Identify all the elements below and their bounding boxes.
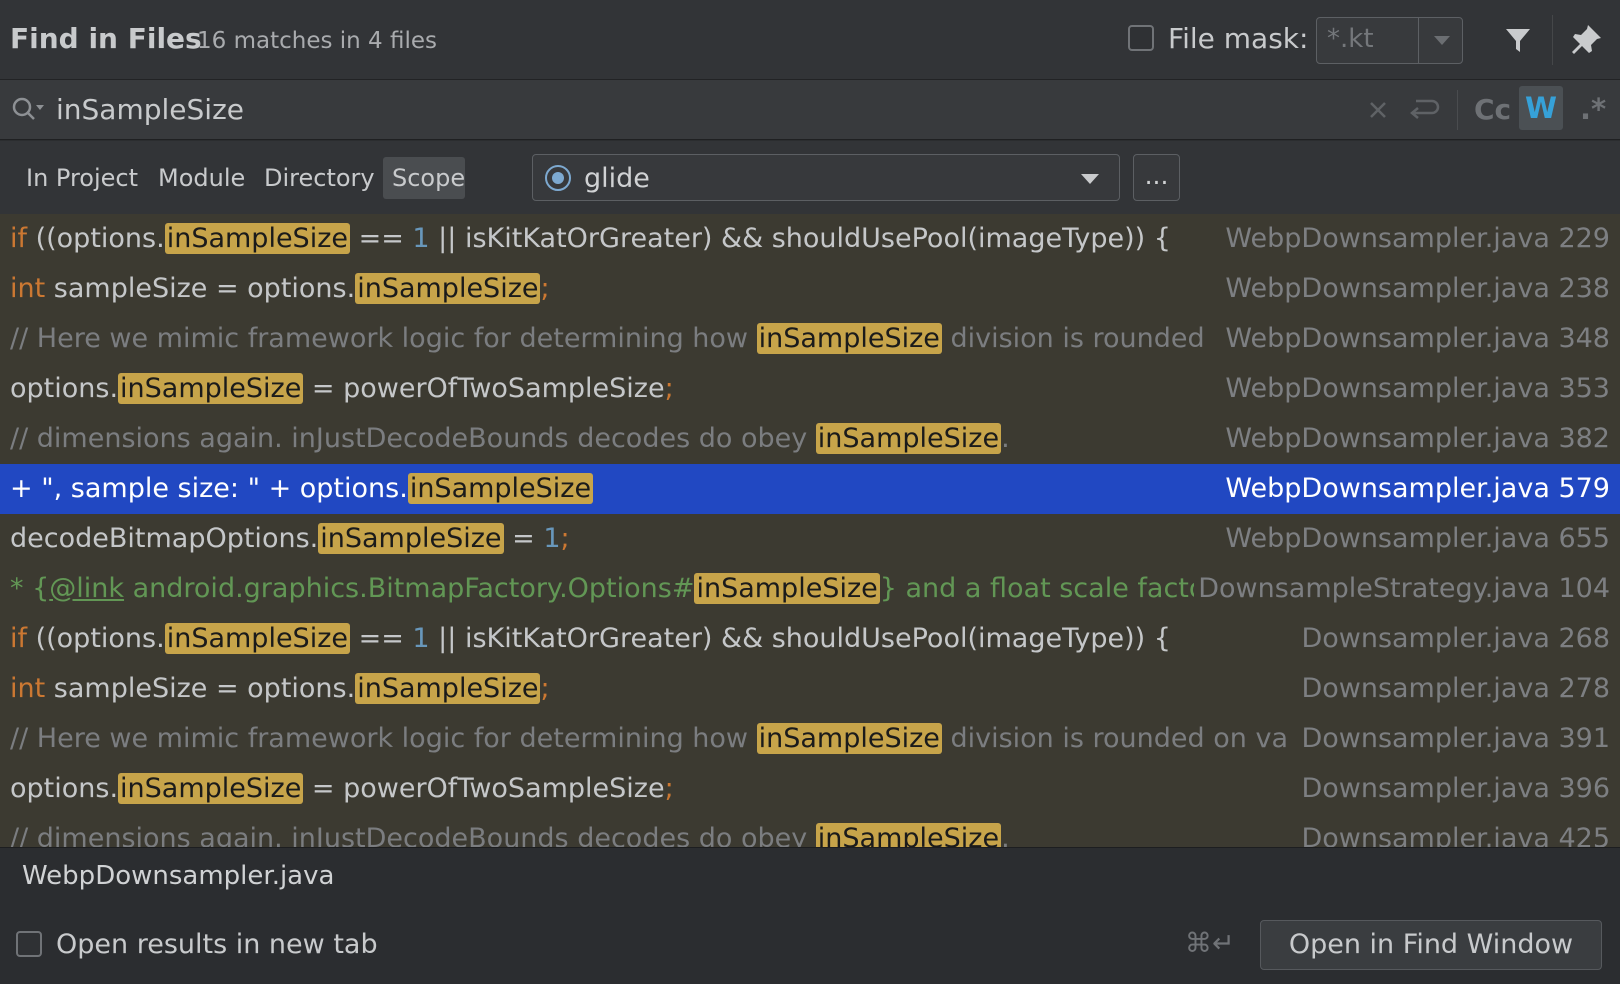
match-highlight: inSampleSize — [355, 673, 541, 704]
result-code: if ((options.inSampleSize == 1 || isKitK… — [10, 623, 1171, 654]
result-code: decodeBitmapOptions.inSampleSize = 1; — [10, 523, 570, 554]
result-code: options.inSampleSize = powerOfTwoSampleS… — [10, 773, 674, 804]
result-file-location: WebpDownsampler.java 353 — [1225, 373, 1610, 404]
match-highlight: inSampleSize — [318, 523, 504, 554]
result-row[interactable]: if ((options.inSampleSize == 1 || isKitK… — [0, 614, 1620, 664]
results-list: if ((options.inSampleSize == 1 || isKitK… — [0, 214, 1620, 847]
result-row[interactable]: // dimensions again. inJustDecodeBounds … — [0, 414, 1620, 464]
result-code: // Here we mimic framework logic for det… — [10, 723, 1288, 754]
match-highlight: inSampleSize — [407, 473, 594, 504]
result-code: + ", sample size: " + options.inSampleSi… — [10, 473, 594, 504]
match-highlight: inSampleSize — [118, 773, 304, 804]
result-file-location: WebpDownsampler.java 579 — [1225, 473, 1610, 504]
tab-module[interactable]: Module — [158, 157, 245, 199]
match-highlight: inSampleSize — [355, 273, 541, 304]
result-row[interactable]: // dimensions again. inJustDecodeBounds … — [0, 814, 1620, 847]
result-file-location: Downsampler.java 391 — [1301, 723, 1610, 754]
search-bar: inSampleSize Cc W .* — [0, 80, 1620, 140]
result-code: options.inSampleSize = powerOfTwoSampleS… — [10, 373, 674, 404]
result-file-location: WebpDownsampler.java 238 — [1225, 273, 1610, 304]
tab-scope[interactable]: Scope — [383, 157, 465, 199]
result-file-location: Downsampler.java 425 — [1301, 823, 1610, 847]
pin-icon[interactable] — [1570, 22, 1604, 56]
search-input[interactable]: inSampleSize — [56, 93, 244, 126]
toolbar-separator — [1552, 15, 1553, 65]
chevron-down-icon[interactable] — [1418, 18, 1463, 63]
scope-dropdown[interactable]: glide — [532, 154, 1120, 201]
preview-footer: WebpDownsampler.java Open results in new… — [0, 847, 1620, 984]
filter-icon[interactable] — [1502, 24, 1534, 56]
scope-bar: In Project Module Directory Scope glide … — [0, 141, 1620, 214]
result-code: * {@link android.graphics.BitmapFactory.… — [10, 573, 1195, 604]
result-row[interactable]: * {@link android.graphics.BitmapFactory.… — [0, 564, 1620, 614]
match-count: 16 matches in 4 files — [197, 28, 437, 54]
scope-radio-icon — [545, 165, 571, 191]
scope-more-button[interactable]: ... — [1133, 154, 1180, 201]
dialog-title: Find in Files — [10, 22, 202, 55]
match-highlight: inSampleSize — [756, 323, 942, 354]
result-code: int sampleSize = options.inSampleSize; — [10, 673, 550, 704]
match-highlight: inSampleSize — [756, 723, 942, 754]
result-file-location: Downsampler.java 268 — [1301, 623, 1610, 654]
result-row[interactable]: decodeBitmapOptions.inSampleSize = 1; Web… — [0, 514, 1620, 564]
result-row[interactable]: // Here we mimic framework logic for det… — [0, 314, 1620, 364]
match-highlight: inSampleSize — [118, 373, 304, 404]
result-code: // dimensions again. inJustDecodeBounds … — [10, 423, 1010, 454]
match-case-button[interactable]: Cc — [1474, 93, 1511, 126]
open-find-window-button[interactable]: Open in Find Window — [1260, 920, 1602, 970]
result-file-location: WebpDownsampler.java 655 — [1225, 523, 1610, 554]
result-row[interactable]: int sampleSize = options.inSampleSize; We… — [0, 264, 1620, 314]
result-file-location: DownsampleStrategy.java 104 — [1198, 573, 1610, 604]
preview-filename: WebpDownsampler.java — [22, 861, 335, 891]
file-mask-dropdown[interactable]: *.kt — [1316, 17, 1463, 64]
tab-in-project[interactable]: In Project — [26, 157, 138, 199]
open-new-tab-label: Open results in new tab — [56, 929, 378, 960]
file-mask-label: File mask: — [1168, 22, 1309, 55]
result-file-location: WebpDownsampler.java 348 — [1225, 323, 1610, 354]
chevron-down-icon — [1081, 174, 1099, 184]
regex-button[interactable]: .* — [1580, 92, 1606, 126]
result-row[interactable]: options.inSampleSize = powerOfTwoSampleS… — [0, 764, 1620, 814]
match-highlight: inSampleSize — [164, 223, 350, 254]
result-row[interactable]: int sampleSize = options.inSampleSize; Do… — [0, 664, 1620, 714]
result-code: // Here we mimic framework logic for det… — [10, 323, 1205, 354]
match-highlight: inSampleSize — [694, 573, 880, 604]
result-row[interactable]: options.inSampleSize = powerOfTwoSampleS… — [0, 364, 1620, 414]
match-highlight: inSampleSize — [815, 823, 1002, 847]
scope-value: glide — [584, 163, 650, 194]
result-file-location: Downsampler.java 278 — [1301, 673, 1610, 704]
clear-icon[interactable] — [1364, 96, 1392, 124]
words-button[interactable]: W — [1519, 86, 1563, 130]
result-code: if ((options.inSampleSize == 1 || isKitK… — [10, 223, 1171, 254]
result-file-location: Downsampler.java 396 — [1301, 773, 1610, 804]
match-highlight: inSampleSize — [815, 423, 1002, 454]
result-code: int sampleSize = options.inSampleSize; — [10, 273, 550, 304]
match-highlight: inSampleSize — [164, 623, 350, 654]
search-separator — [1457, 90, 1458, 130]
result-row[interactable]: + ", sample size: " + options.inSampleSi… — [0, 464, 1620, 514]
open-new-tab-checkbox[interactable] — [16, 931, 42, 957]
result-code: // dimensions again. inJustDecodeBounds … — [10, 822, 1297, 847]
search-icon[interactable] — [11, 96, 45, 124]
find-in-files-header: Find in Files 16 matches in 4 files File… — [0, 0, 1620, 80]
shortcut-hint: ⌘↵ — [1185, 928, 1235, 959]
result-row[interactable]: if ((options.inSampleSize == 1 || isKitK… — [0, 214, 1620, 264]
result-file-location: WebpDownsampler.java 229 — [1225, 223, 1610, 254]
newline-icon[interactable] — [1406, 95, 1440, 127]
tab-directory[interactable]: Directory — [264, 157, 375, 199]
file-mask-value: *.kt — [1327, 24, 1374, 54]
file-mask-checkbox[interactable] — [1128, 25, 1154, 51]
result-row[interactable]: // Here we mimic framework logic for det… — [0, 714, 1620, 764]
result-file-location: WebpDownsampler.java 382 — [1225, 423, 1610, 454]
